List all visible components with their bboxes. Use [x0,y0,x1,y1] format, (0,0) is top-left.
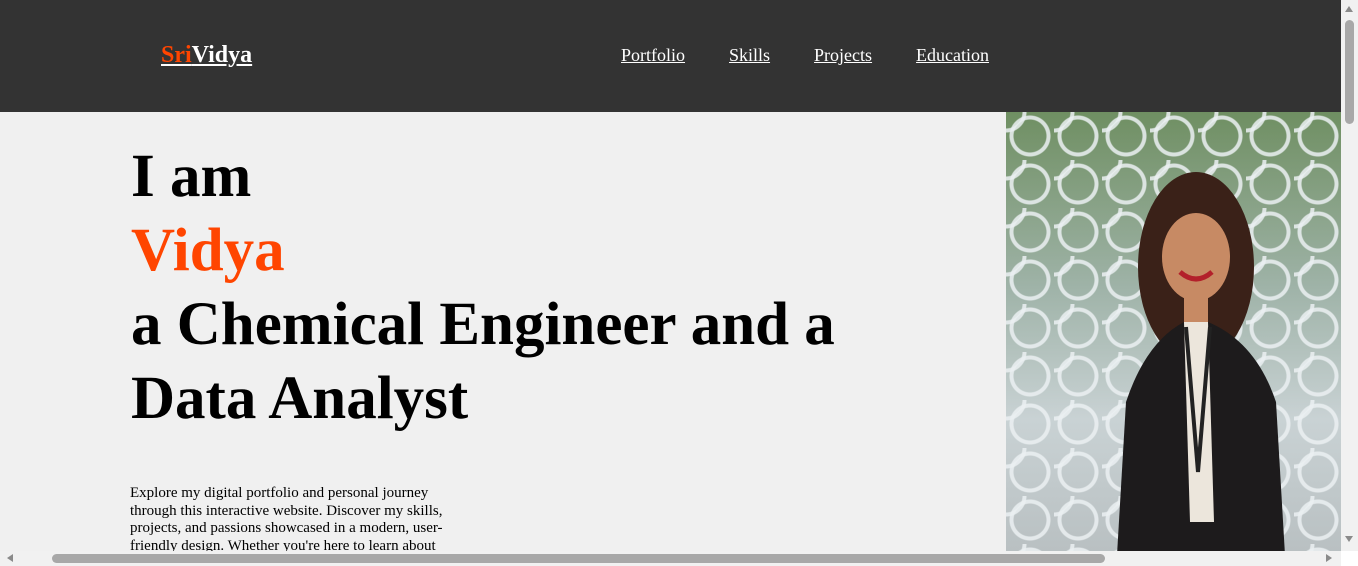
hero-intro-text: Explore my digital portfolio and persona… [130,485,443,551]
hero-heading: I am Vidya a Chemical Engineer and a Dat… [131,140,931,436]
nav-link-projects[interactable]: Projects [814,45,872,67]
nav-link-portfolio[interactable]: Portfolio [621,45,685,67]
arrow-right-icon[interactable] [1326,554,1332,562]
nav-link-skills[interactable]: Skills [729,45,770,67]
nav-links: Portfolio Skills Projects Education [621,45,989,67]
hero-line-intro: I am [131,143,252,210]
hero-name: Vidya [131,217,285,284]
logo-link[interactable]: SriVidya [161,41,252,70]
nav-link-education[interactable]: Education [916,45,989,67]
page-viewport: SriVidya Portfolio Skills Projects Educa… [0,0,1341,551]
horizontal-scroll-thumb[interactable] [52,554,1105,563]
navbar: SriVidya Portfolio Skills Projects Educa… [0,0,1341,112]
horizontal-scrollbar[interactable] [0,551,1341,566]
arrow-left-icon[interactable] [7,554,13,562]
arrow-down-icon[interactable] [1345,536,1353,542]
hero-line-role-2: Data Analyst [131,365,469,432]
arrow-up-icon[interactable] [1345,6,1353,12]
person-figure [1117,172,1285,551]
logo-text: Vidya [191,42,253,68]
hero-line-role: a Chemical Engineer and a [131,291,835,358]
vertical-scroll-thumb[interactable] [1345,20,1354,124]
vertical-scrollbar[interactable] [1341,0,1358,551]
scrollbar-corner [1341,551,1358,566]
logo-accent: Sri [161,42,192,68]
profile-photo [1006,112,1341,551]
